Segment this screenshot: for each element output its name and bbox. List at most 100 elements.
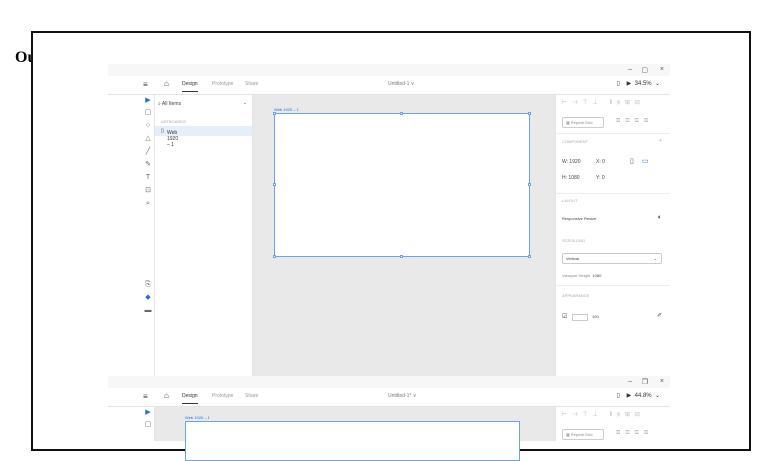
scrolling-section: SCROLLING <box>562 238 586 243</box>
canvas[interactable]: Web 1920 – 1 <box>253 95 555 376</box>
tab-share[interactable]: Share <box>245 393 258 399</box>
zoom-area: ▯ ▶ 44.8% ⌄ <box>617 392 660 399</box>
zoom-area: ▯ ▶ 34.5% ⌄ <box>617 80 660 87</box>
title-bar: – ▢ × <box>108 64 670 76</box>
select-tool-icon[interactable]: ▶ <box>144 409 152 417</box>
canvas[interactable]: Web 1920 – 1 <box>155 407 555 461</box>
boolean-icons[interactable]: ⧉⧉⧉⧉ <box>616 430 653 437</box>
artboard-label[interactable]: Web 1920 – 1 <box>274 107 299 112</box>
tools-panel: ▶ ▢ <box>108 407 155 441</box>
artboards-section: ARTBOARDS <box>161 119 186 124</box>
tab-prototype[interactable]: Prototype <box>212 81 233 87</box>
y-field[interactable]: Y: 0 <box>596 175 605 181</box>
layout-section: LAYOUT <box>562 198 578 203</box>
width-field[interactable]: W: 1920 <box>562 159 581 165</box>
minimize-icon[interactable]: – <box>628 66 632 73</box>
rectangle-tool-icon[interactable]: ▢ <box>144 421 152 429</box>
resize-handle[interactable] <box>273 255 276 258</box>
artboard-tool-icon[interactable]: ⊡ <box>144 187 152 195</box>
resize-handle[interactable] <box>400 255 403 258</box>
maximize-icon[interactable]: ▢ <box>641 66 648 74</box>
divider <box>556 285 670 286</box>
scrolling-select[interactable]: Vertical ⌄ <box>562 253 662 264</box>
add-icon[interactable]: + <box>659 138 662 144</box>
align-icons[interactable]: ⊢⊣⊤⊥ ⫴⫵⊞⊟ <box>562 99 645 107</box>
close-icon[interactable]: × <box>660 66 664 73</box>
layers-search[interactable]: ⌕ All Items <box>158 101 181 107</box>
property-inspector: ⊢⊣⊤⊥ ⫴⫵⊞⊟ ▦ Repeat Grid ⧉⧉⧉⧉ COMPONENT +… <box>555 95 670 376</box>
tab-prototype[interactable]: Prototype <box>212 393 233 399</box>
tab-share[interactable]: Share <box>245 81 258 87</box>
resize-handle[interactable] <box>528 183 531 186</box>
text-tool-icon[interactable]: T <box>144 174 152 182</box>
artboard-label[interactable]: Web 1920 – 1 <box>185 415 210 420</box>
title-bar: – ❐ × <box>108 376 670 388</box>
component-section: COMPONENT <box>562 139 588 144</box>
portrait-icon[interactable]: ▯ <box>630 157 634 165</box>
resize-handle[interactable] <box>273 183 276 186</box>
resize-handle[interactable] <box>528 112 531 115</box>
appearance-section: APPEARANCE <box>562 293 590 298</box>
top-bar: ≡ ⌂ Design Prototype Share Untitled-1 ∨ … <box>108 76 670 95</box>
divider <box>556 193 670 194</box>
tools-panel: ▶ ▢ ○ △ ╱ ✎ T ⊡ ⌕ ⎘ ◆ ▬ <box>108 95 155 376</box>
minimize-icon[interactable]: – <box>628 378 632 385</box>
menu-icon[interactable]: ≡ <box>143 392 148 401</box>
repeat-grid-button[interactable]: ▦ Repeat Grid <box>562 117 604 128</box>
responsive-resize-label: Responsive Resize <box>562 216 597 221</box>
zoom-level[interactable]: 44.8% <box>635 393 652 399</box>
x-field[interactable]: X: 0 <box>596 159 605 165</box>
viewport-height-value: 1080 <box>592 273 602 278</box>
artboard[interactable] <box>185 421 520 461</box>
device-preview-icon[interactable]: ▯ <box>617 393 620 399</box>
artboard[interactable] <box>274 113 530 257</box>
repeat-grid-button[interactable]: ▦ Repeat Grid <box>562 429 604 440</box>
ellipse-tool-icon[interactable]: ○ <box>144 122 152 130</box>
layer-item[interactable]: ▯ Web 1920 – 1 <box>155 126 252 148</box>
resize-handle[interactable] <box>273 112 276 115</box>
tab-design[interactable]: Design <box>182 81 198 92</box>
landscape-icon[interactable]: ▭ <box>642 157 649 165</box>
pen-tool-icon[interactable]: ✎ <box>144 161 152 169</box>
xd-window: – ▢ × ≡ ⌂ Design Prototype Share Untitle… <box>108 64 670 376</box>
select-tool-icon[interactable]: ▶ <box>144 97 152 105</box>
fill-swatch[interactable] <box>572 314 588 321</box>
opacity-value[interactable]: 100 <box>592 314 599 319</box>
chevron-down-icon[interactable]: ⌄ <box>243 100 247 106</box>
zoom-level[interactable]: 34.5% <box>635 81 652 87</box>
layers-panel: ⌕ All Items ⌄ ARTBOARDS ▯ Web 1920 – 1 <box>155 95 253 376</box>
resize-handle[interactable] <box>400 112 403 115</box>
top-bar: ≡ ⌂ Design Prototype Share Untitled-1* ∨… <box>108 388 670 407</box>
zoom-tool-icon[interactable]: ⌕ <box>144 200 152 208</box>
eyedropper-icon[interactable]: ✐ <box>657 312 662 319</box>
document-title[interactable]: Untitled-1* ∨ <box>388 393 416 399</box>
device-preview-icon[interactable]: ▯ <box>617 81 620 87</box>
plugins-icon[interactable]: ▬ <box>144 307 152 315</box>
layers-icon[interactable]: ◆ <box>144 294 152 302</box>
menu-icon[interactable]: ≡ <box>143 80 148 89</box>
divider <box>556 133 670 134</box>
play-icon[interactable]: ▶ <box>627 81 632 87</box>
line-tool-icon[interactable]: ╱ <box>144 148 152 156</box>
xd-window-2: – ❐ × ≡ ⌂ Design Prototype Share Untitle… <box>108 376 670 461</box>
align-icons[interactable]: ⊢⊣⊤⊥ ⫴⫵⊞⊟ <box>562 411 645 419</box>
tab-design[interactable]: Design <box>182 393 198 404</box>
polygon-tool-icon[interactable]: △ <box>144 135 152 143</box>
layer-item-label: ▯ Web 1920 – 1 <box>161 128 179 148</box>
maximize-icon[interactable]: ❐ <box>642 378 648 386</box>
chevron-down-icon[interactable]: ⌄ <box>655 81 660 87</box>
height-field[interactable]: H: 1080 <box>562 175 580 181</box>
toggle-icon[interactable]: ◐ <box>658 214 662 221</box>
play-icon[interactable]: ▶ <box>627 393 632 399</box>
home-icon[interactable]: ⌂ <box>164 79 169 88</box>
assets-icon[interactable]: ⎘ <box>144 281 152 289</box>
close-icon[interactable]: × <box>660 378 664 385</box>
viewport-height-label: Viewport Height 1080 <box>562 273 602 278</box>
boolean-icons[interactable]: ⧉⧉⧉⧉ <box>616 118 653 125</box>
document-title[interactable]: Untitled-1 ∨ <box>388 81 414 87</box>
rectangle-tool-icon[interactable]: ▢ <box>144 109 152 117</box>
checkbox-icon[interactable]: ☑ <box>562 313 567 320</box>
home-icon[interactable]: ⌂ <box>164 391 169 400</box>
resize-handle[interactable] <box>528 255 531 258</box>
chevron-down-icon[interactable]: ⌄ <box>655 393 660 399</box>
